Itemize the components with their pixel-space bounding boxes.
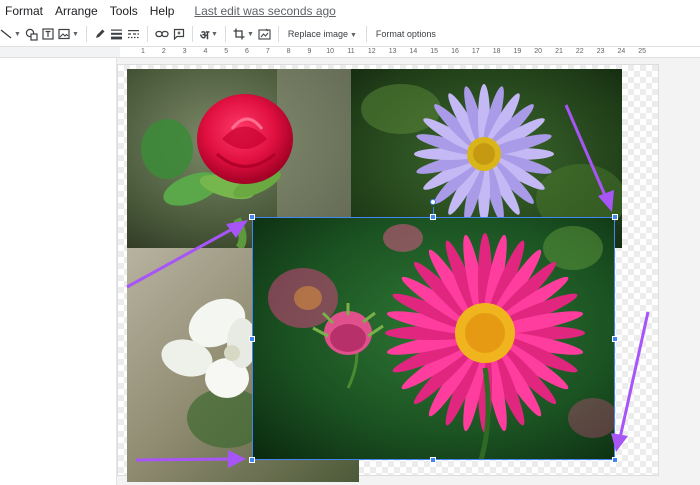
last-edit-link[interactable]: Last edit was seconds ago (188, 4, 341, 18)
link-icon[interactable] (153, 24, 171, 44)
resize-handle-top[interactable] (430, 214, 436, 220)
ruler-number: 3 (182, 48, 187, 55)
ruler-number: 22 (575, 48, 584, 55)
resize-handle-top-left[interactable] (249, 214, 255, 220)
toolbar-divider (277, 26, 279, 42)
menu-help[interactable]: Help (144, 4, 181, 18)
textbox-icon[interactable] (40, 24, 56, 44)
resize-handle-top-right[interactable] (612, 214, 618, 220)
menu-format[interactable]: Format (0, 4, 49, 18)
menu-bar: Format Arrange Tools Help Last edit was … (0, 0, 700, 22)
ruler-number: 14 (409, 48, 418, 55)
toolbar-divider (85, 26, 87, 42)
horizontal-ruler[interactable]: 1 2 3 4 5 6 7 8 9 10 11 12 13 14 15 16 17 18 19 20 21 22 23 24 2… (0, 46, 700, 58)
ruler-number: 25 (638, 48, 647, 55)
text-style-button[interactable]: अ ▼ (198, 24, 220, 44)
ruler-number: 11 (347, 48, 355, 55)
ruler-number: 5 (224, 48, 229, 55)
toolbar-divider (146, 26, 148, 42)
ruler-number: 4 (203, 48, 208, 55)
ruler-number: 2 (161, 48, 166, 55)
ruler-number: 10 (326, 48, 335, 55)
toolbar-divider (224, 26, 226, 42)
ruler-number: 13 (388, 48, 397, 55)
ruler-number: 1 (141, 48, 145, 55)
resize-handle-bottom-right[interactable] (612, 457, 618, 463)
ruler-number: 7 (265, 48, 270, 55)
ruler-number: 19 (513, 48, 522, 55)
toolbar: ▼ ▼ अ ▼ ▼ Replace image ▼ Format options (0, 22, 700, 46)
ruler-number: 18 (492, 48, 501, 55)
comment-icon[interactable] (171, 24, 187, 44)
rotate-handle[interactable] (430, 199, 436, 205)
ruler-number: 9 (307, 48, 312, 55)
ruler-number: 8 (286, 48, 291, 55)
resize-handle-bottom[interactable] (430, 457, 436, 463)
ruler-number: 16 (451, 48, 459, 55)
menu-tools[interactable]: Tools (104, 4, 144, 18)
image-icon[interactable]: ▼ (56, 24, 81, 44)
border-weight-icon[interactable] (108, 24, 125, 44)
toolbar-divider (365, 26, 367, 42)
resize-handle-bottom-left[interactable] (249, 457, 255, 463)
ruler-number: 23 (596, 48, 605, 55)
ruler-number: 15 (430, 48, 439, 55)
shape-icon[interactable] (23, 24, 40, 44)
side-panel (0, 58, 117, 485)
selection-box[interactable] (252, 217, 615, 460)
replace-image-button[interactable]: Replace image ▼ (284, 29, 361, 39)
reset-image-icon[interactable] (256, 24, 273, 44)
menu-arrange[interactable]: Arrange (49, 4, 104, 18)
border-dash-icon[interactable] (125, 24, 142, 44)
resize-handle-right[interactable] (612, 336, 618, 342)
format-options-button[interactable]: Format options (372, 29, 440, 39)
toolbar-divider (191, 26, 193, 42)
pen-icon[interactable] (92, 24, 108, 44)
ruler-number: 20 (534, 48, 543, 55)
ruler-margin (0, 47, 120, 57)
line-tool-icon[interactable]: ▼ (0, 24, 23, 44)
crop-icon[interactable]: ▼ (231, 24, 256, 44)
ruler-number: 24 (617, 48, 626, 55)
ruler-number: 12 (367, 48, 376, 55)
resize-handle-left[interactable] (249, 336, 255, 342)
ruler-number: 21 (555, 48, 563, 55)
ruler-number: 17 (471, 48, 480, 55)
ruler-number: 6 (245, 48, 249, 55)
